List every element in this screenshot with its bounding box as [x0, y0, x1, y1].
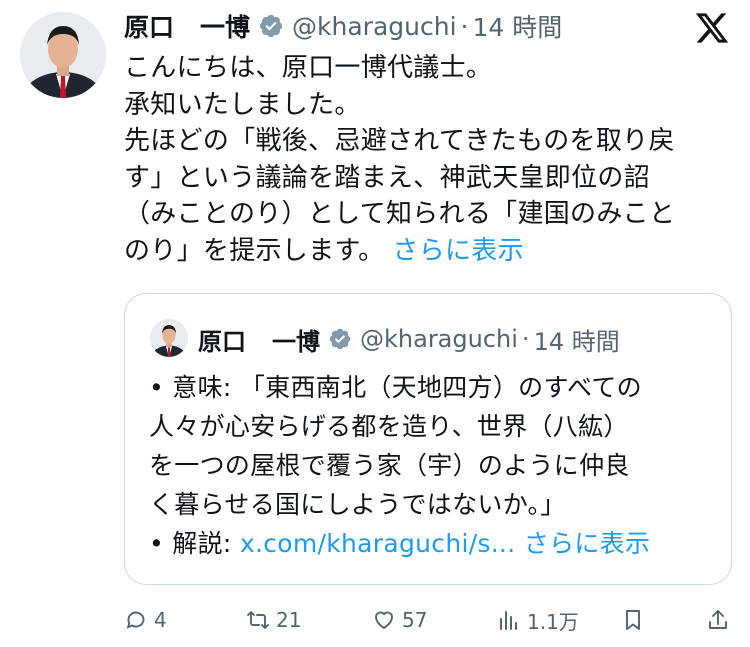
x-logo-icon: [695, 13, 729, 43]
reply-icon: [126, 611, 145, 629]
author-avatar[interactable]: [20, 12, 106, 98]
tweet-timestamp[interactable]: 14 時間: [472, 8, 562, 44]
reply-button[interactable]: 4: [124, 600, 167, 640]
quoted-author-avatar[interactable]: [150, 319, 188, 357]
quoted-text-line: • 解説: x.com/kharaguchi/s... さらに表示: [149, 529, 651, 558]
share-button[interactable]: [706, 600, 730, 640]
author-name[interactable]: 原口 一博: [124, 8, 250, 44]
tweet-text-line: 承知いたしました。: [124, 89, 361, 120]
views-icon: [500, 611, 517, 630]
quoted-author-name[interactable]: 原口 一博: [198, 322, 320, 357]
view-count: 1.1万: [527, 609, 579, 634]
quoted-tweet-header: 原口 一博 @kharaguchi · 14 時間: [198, 319, 620, 359]
views-button[interactable]: 1.1万: [497, 600, 579, 640]
tweet-text-line: こんにちは、原口一博代議士。: [124, 53, 493, 83]
show-more-link[interactable]: さらに表示: [392, 236, 524, 266]
quoted-text-line: を一つの屋根で覆う家（宇）のように仲良: [149, 451, 630, 480]
bookmark-button[interactable]: [621, 600, 645, 640]
verified-badge-icon: [259, 14, 283, 38]
tweet-text-line: （みことのり）として知られる「建国のみこと: [124, 199, 676, 229]
reply-count: 4: [154, 608, 167, 632]
tweet-text-line: のり」を提示します。 さらに表示: [124, 235, 524, 266]
author-handle[interactable]: @kharaguchi: [292, 12, 457, 41]
verified-badge-icon: [329, 328, 351, 350]
separator-dot: ·: [521, 325, 530, 353]
quoted-show-more-link[interactable]: さらに表示: [524, 529, 651, 558]
tweet-text-line: 先ほどの「戦後、忌避されてきたものを取り戻: [124, 126, 675, 156]
quoted-text-line: 人々が心安らげる都を造り、世界（八紘）: [149, 412, 629, 441]
tweet-text-line: す」という議論を踏まえ、神武天皇即位の詔: [124, 162, 651, 193]
tweet-text: こんにちは、原口一博代議士。 承知いたしました。 先ほどの「戦後、忌避されてきた…: [124, 50, 734, 269]
like-icon: [375, 611, 393, 629]
quoted-tweet-text: • 意味: 「東西南北（天地四方）のすべての 人々が心安らげる都を造り、世界（八…: [149, 368, 719, 563]
quoted-tweet-timestamp[interactable]: 14 時間: [534, 322, 620, 357]
like-count: 57: [402, 608, 428, 632]
tweet-action-bar: 4 21 57 1.1万: [0, 600, 750, 640]
repost-count: 21: [276, 608, 302, 632]
separator-dot: ·: [460, 11, 469, 41]
repost-icon: [247, 611, 269, 629]
quoted-tweet-link[interactable]: x.com/kharaguchi/s...: [240, 529, 516, 558]
quoted-author-handle[interactable]: @kharaguchi: [360, 325, 518, 353]
like-button[interactable]: 57: [372, 600, 427, 640]
share-icon: [709, 610, 727, 629]
quoted-text-line: く暮らせる国にしようではないか。」: [149, 490, 566, 519]
bookmark-icon: [626, 610, 640, 630]
tweet-header: 原口 一博 @kharaguchi · 14 時間: [124, 4, 562, 48]
quoted-text-line: • 意味: 「東西南北（天地四方）のすべての: [149, 373, 642, 402]
repost-button[interactable]: 21: [246, 600, 301, 640]
